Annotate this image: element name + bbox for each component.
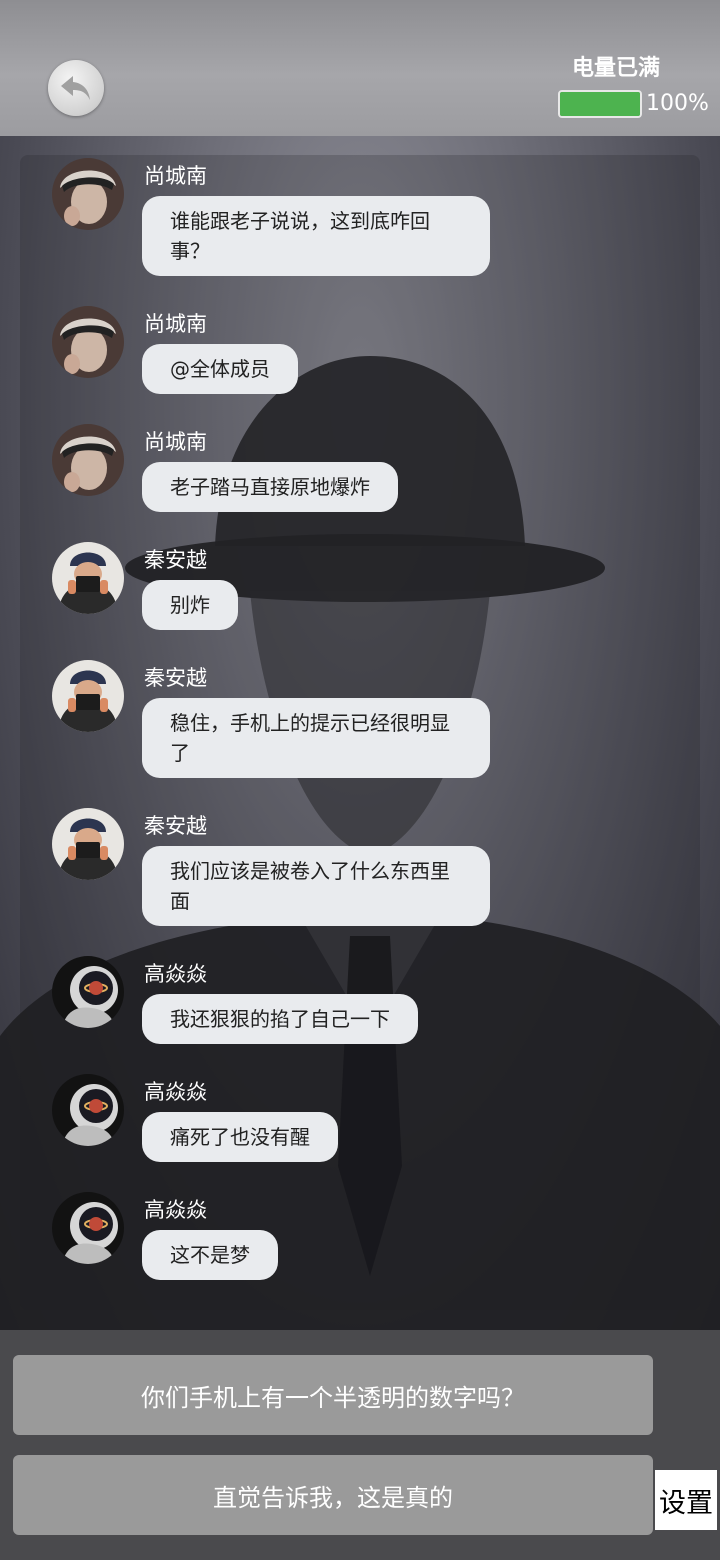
avatar-boy-camera-icon[interactable] — [52, 542, 124, 614]
avatar-boy-white-hair-icon[interactable] — [52, 424, 124, 496]
message-bubble: 谁能跟老子说说，这到底咋回事？ — [142, 196, 490, 276]
avatar-astronaut-icon[interactable] — [52, 956, 124, 1028]
sender-name: 秦安越 — [144, 814, 207, 838]
battery-fill — [560, 92, 640, 116]
top-bar: 电量已满 100% — [0, 0, 720, 136]
sender-name: 高焱焱 — [144, 1198, 207, 1222]
battery-status-label: 电量已满 — [572, 56, 661, 81]
back-button[interactable] — [48, 60, 104, 116]
choice-button-2[interactable]: 直觉告诉我，这是真的 — [13, 1455, 653, 1535]
message-bubble: 这不是梦 — [142, 1230, 278, 1280]
sender-name: 尚城南 — [144, 164, 207, 188]
message-bubble: @全体成员 — [142, 344, 298, 394]
sender-name: 高焱焱 — [144, 962, 207, 986]
message-bubble: 我们应该是被卷入了什么东西里面 — [142, 846, 490, 926]
sender-name: 秦安越 — [144, 548, 207, 572]
message-bubble: 别炸 — [142, 580, 238, 630]
choice-button-1[interactable]: 你们手机上有一个半透明的数字吗？ — [13, 1355, 653, 1435]
sender-name: 高焱焱 — [144, 1080, 207, 1104]
avatar-astronaut-icon[interactable] — [52, 1192, 124, 1264]
avatar-astronaut-icon[interactable] — [52, 1074, 124, 1146]
message-bubble: 老子踏马直接原地爆炸 — [142, 462, 398, 512]
battery-percent: 100% — [646, 91, 709, 116]
message-bubble: 稳住，手机上的提示已经很明显了 — [142, 698, 490, 778]
avatar-boy-white-hair-icon[interactable] — [52, 158, 124, 230]
settings-button[interactable]: 设置 — [655, 1470, 717, 1530]
avatar-boy-camera-icon[interactable] — [52, 660, 124, 732]
battery-bar — [558, 90, 642, 118]
avatar-boy-white-hair-icon[interactable] — [52, 306, 124, 378]
back-arrow-icon — [61, 76, 90, 100]
sender-name: 尚城南 — [144, 312, 207, 336]
avatar-boy-camera-icon[interactable] — [52, 808, 124, 880]
message-bubble: 我还狠狠的掐了自己一下 — [142, 994, 418, 1044]
message-bubble: 痛死了也没有醒 — [142, 1112, 338, 1162]
sender-name: 秦安越 — [144, 666, 207, 690]
sender-name: 尚城南 — [144, 430, 207, 454]
